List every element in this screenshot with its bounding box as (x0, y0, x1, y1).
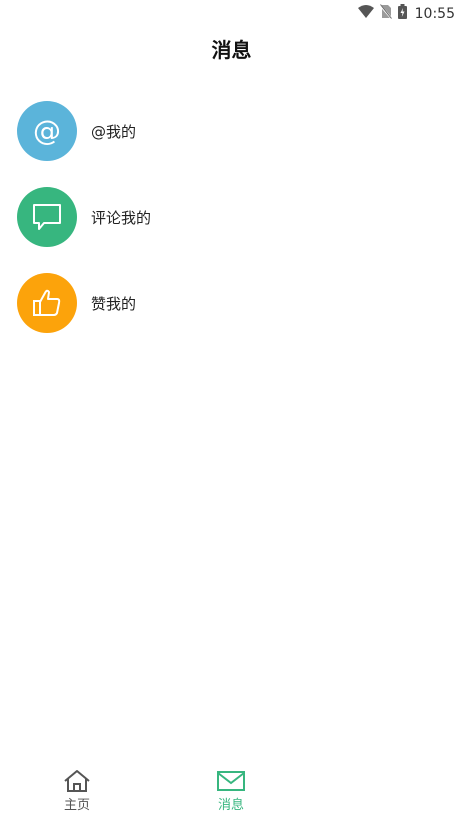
status-time: 10:55 (414, 5, 455, 22)
list-item-at-me[interactable]: @ @我的 (0, 88, 463, 174)
svg-text:@: @ (33, 114, 61, 147)
home-icon (64, 770, 90, 792)
list-item-label: @我的 (91, 122, 137, 141)
page-title: 消息 (211, 38, 252, 62)
tab-home[interactable]: 主页 (37, 769, 117, 813)
envelope-icon (217, 771, 245, 791)
comment-icon (17, 187, 77, 247)
tab-label: 主页 (63, 798, 90, 813)
wifi-icon (357, 4, 374, 23)
list-item-comments[interactable]: 评论我的 (0, 174, 463, 260)
no-sim-icon (378, 4, 393, 23)
at-icon: @ (17, 101, 77, 161)
list-item-label: 评论我的 (91, 208, 152, 227)
message-list: @ @我的 评论我的 赞我的 (0, 88, 463, 346)
status-bar: 10:55 (0, 0, 463, 26)
battery-charging-icon (397, 4, 407, 23)
tab-label: 消息 (217, 798, 244, 813)
bottom-tab-bar: 主页 消息 (0, 761, 463, 823)
status-icons: 10:55 (357, 4, 455, 23)
list-item-label: 赞我的 (91, 294, 137, 313)
tab-messages[interactable]: 消息 (191, 769, 271, 813)
header: 消息 (0, 30, 463, 70)
list-item-likes[interactable]: 赞我的 (0, 260, 463, 346)
thumbs-up-icon (17, 273, 77, 333)
